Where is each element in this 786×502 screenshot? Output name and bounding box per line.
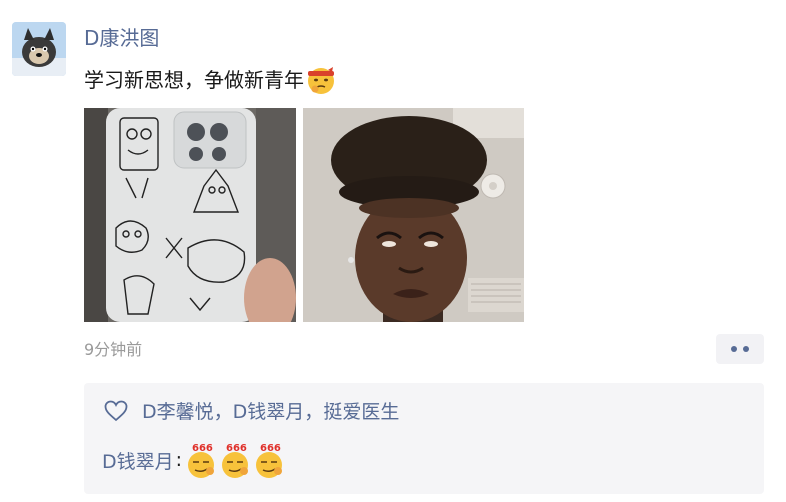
likes-comments-panel: D李馨悦 ， D钱翠月 ， 挺爱医生 D钱翠月 : 666 666 666	[84, 383, 764, 494]
dot-icon	[731, 346, 737, 352]
dog-avatar-icon	[12, 22, 66, 76]
like-separator: ，	[213, 401, 233, 423]
comment-author[interactable]: D钱翠月	[102, 447, 174, 474]
comment-colon: :	[175, 449, 183, 471]
post-image-2[interactable]	[303, 108, 524, 322]
avatar[interactable]	[12, 22, 66, 76]
post-text: 学习新思想，争做新青年	[84, 68, 304, 92]
post-text-row: 学习新思想，争做新青年	[84, 64, 336, 96]
like-user-name[interactable]: D钱翠月	[233, 397, 305, 424]
thinking-emoji-with-headband-icon	[308, 67, 334, 94]
comment-item[interactable]: D钱翠月 : 666 666 666	[102, 441, 286, 479]
more-actions-button[interactable]	[716, 334, 764, 364]
like-user-name[interactable]: 挺爱医生	[323, 397, 399, 424]
likes-row: D李馨悦 ， D钱翠月 ， 挺爱医生	[104, 397, 399, 424]
post-author-name[interactable]: D康洪图	[84, 24, 159, 52]
heart-icon	[104, 400, 128, 421]
666-smirk-emoji-icon: 666	[222, 443, 249, 478]
cartoon-drawn-phone-case-photo-icon	[84, 108, 296, 322]
666-smirk-emoji-icon: 666	[188, 443, 215, 478]
like-user-name[interactable]: D李馨悦	[142, 397, 214, 424]
post-timestamp: 9分钟前	[84, 340, 143, 359]
dot-icon	[743, 346, 749, 352]
man-tall-hair-grimace-photo-icon	[303, 108, 524, 322]
post-image-1[interactable]	[84, 108, 296, 322]
like-separator: ，	[304, 401, 324, 423]
666-smirk-emoji-icon: 666	[256, 443, 283, 478]
